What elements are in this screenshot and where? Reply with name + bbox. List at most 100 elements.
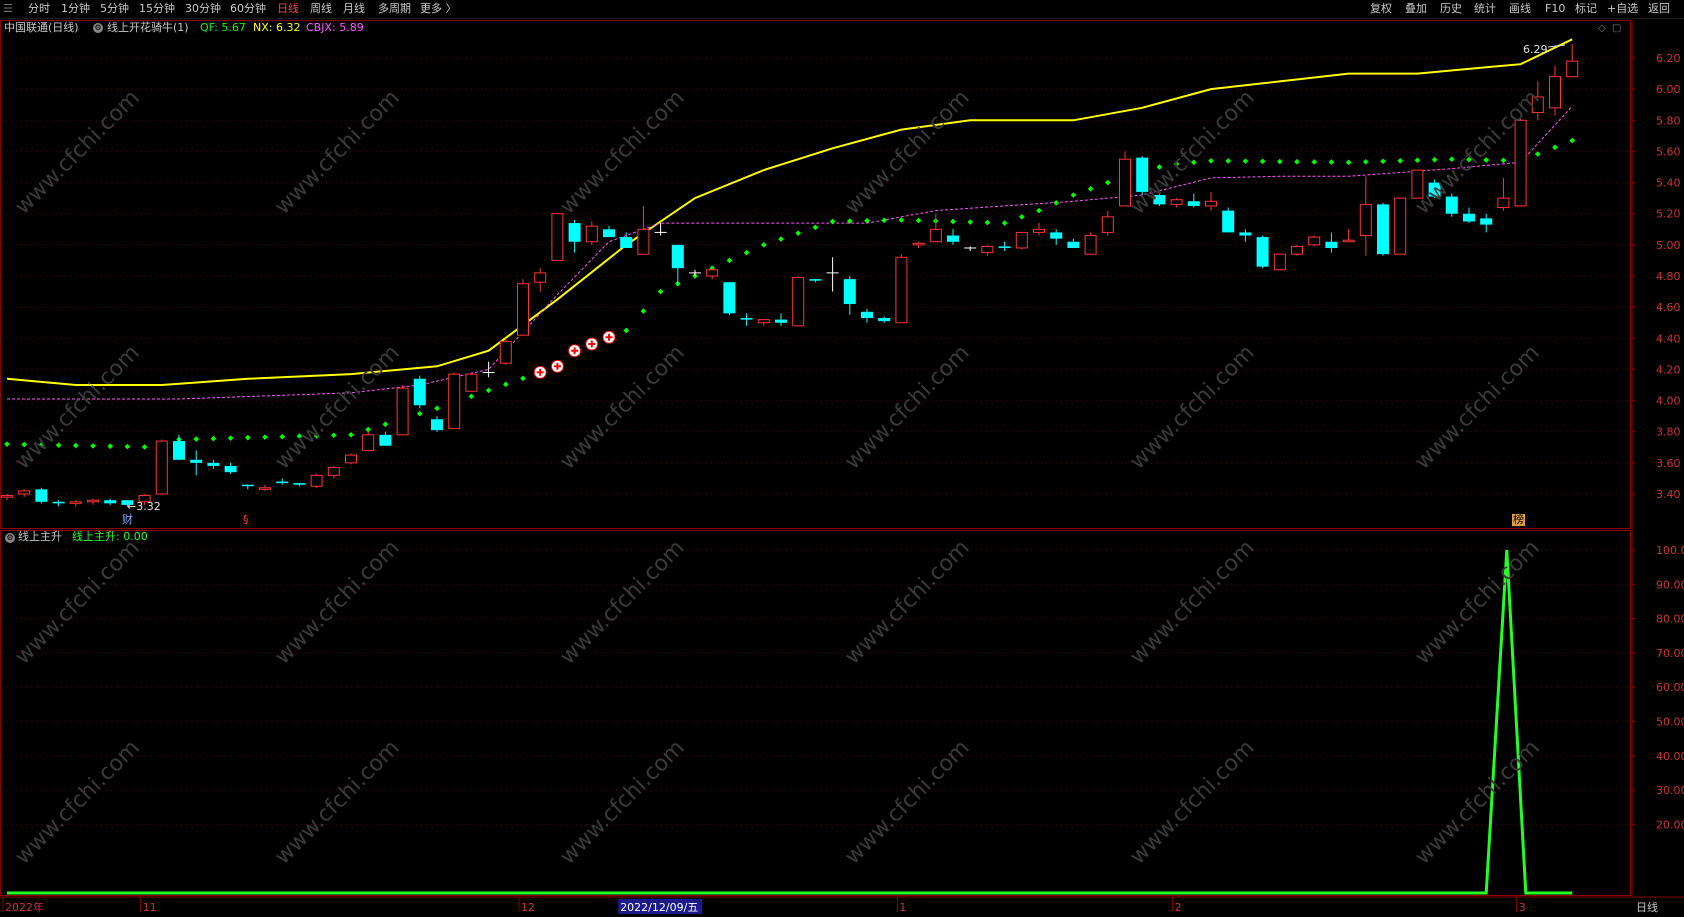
sub-indicator-name[interactable]: 线上主升 <box>18 530 62 544</box>
sub-tick-label: 50.00 <box>1656 716 1684 729</box>
qf-dot <box>623 327 630 334</box>
qf-dot <box>1466 156 1472 163</box>
stock-title: 中国联通(日线) <box>4 21 79 34</box>
candle-body <box>792 277 805 327</box>
main-tick-label: 5.40 <box>1656 177 1681 190</box>
qf-dot <box>1569 137 1576 144</box>
candle-body <box>207 462 220 466</box>
candle-body <box>69 501 82 504</box>
qf-dot <box>1053 199 1060 206</box>
main-panel-frame <box>0 20 1631 529</box>
qf-dot <box>1276 158 1283 165</box>
candle-body <box>327 467 340 476</box>
candle-body <box>998 246 1011 248</box>
candle-body <box>551 213 564 261</box>
candle-body <box>396 387 409 436</box>
qf-dot <box>1345 159 1352 166</box>
candle-body <box>310 474 323 487</box>
candle-body <box>1480 218 1493 225</box>
candle-body <box>1084 235 1097 255</box>
candle-body <box>1033 228 1045 233</box>
candle-body <box>1549 76 1561 109</box>
candle-body <box>1411 169 1424 199</box>
collapse-icon[interactable]: ◇ <box>1598 22 1606 36</box>
qf-dot <box>1448 156 1455 163</box>
main-tick-label: 4.60 <box>1656 301 1681 314</box>
qf-dot <box>1414 157 1421 164</box>
candle-body <box>293 483 306 485</box>
candle-body <box>1291 245 1303 255</box>
candle-body <box>1273 253 1286 271</box>
qf-dot <box>1328 159 1335 165</box>
event-mark-ranking[interactable]: 榜 <box>1512 514 1525 526</box>
sub-tick-label: 30.00 <box>1656 784 1684 797</box>
high-price-label: 6.29 <box>1523 43 1548 56</box>
sub-indicator-value: 线上主升: 0.00 <box>72 530 148 543</box>
main-tick-label: 5.00 <box>1656 239 1681 252</box>
candle-body <box>155 440 168 495</box>
candle-body <box>740 318 753 320</box>
candle-body <box>671 244 684 269</box>
candle-body <box>431 419 443 431</box>
qf-dot <box>348 432 354 438</box>
qf-dot <box>244 434 251 441</box>
cbjx-value: CBJX: 5.89 <box>306 21 364 34</box>
qf-dot <box>124 443 131 450</box>
candle-body <box>585 225 598 243</box>
candle-body <box>861 311 873 319</box>
qf-dot <box>193 436 200 442</box>
qf-dot <box>1208 157 1214 164</box>
qf-dot <box>416 410 423 417</box>
indicator-name[interactable]: 线上开花骑牛(1) <box>107 21 189 35</box>
candle-body <box>534 272 547 283</box>
low-price-label: ←3.32 <box>127 500 161 513</box>
qf-dot <box>812 224 819 231</box>
main-tick-label: 4.40 <box>1656 332 1681 345</box>
candle-body <box>413 378 426 406</box>
qf-dot <box>743 249 750 256</box>
candle-body <box>947 235 959 242</box>
qf-dot <box>1070 192 1077 198</box>
event-mark-section[interactable]: § <box>243 514 249 526</box>
sub-tick-label: 80.00 <box>1656 613 1684 626</box>
qf-dot <box>72 442 79 449</box>
main-tick-label: 5.80 <box>1656 114 1681 127</box>
qf-dot <box>38 442 45 448</box>
main-tick-label: 6.20 <box>1656 52 1681 65</box>
qf-dot <box>1483 157 1490 163</box>
candle-body <box>517 283 529 336</box>
candle-body <box>1101 216 1114 233</box>
candle-body <box>637 228 650 255</box>
event-mark-finance[interactable]: 财 <box>122 514 133 526</box>
candle-body <box>706 269 719 277</box>
sub-tick-label: 20.00 <box>1656 818 1684 831</box>
candle-body <box>843 279 856 305</box>
qf-dot <box>55 442 62 449</box>
qf-dot <box>90 443 96 449</box>
candle-body <box>224 465 237 473</box>
qf-dot <box>915 217 922 224</box>
qf-dot <box>1173 161 1180 167</box>
candle-body <box>1015 231 1028 249</box>
qf-dot <box>795 230 802 237</box>
candle-body <box>1445 196 1458 214</box>
qf-dot <box>1104 179 1111 186</box>
window-icon[interactable]: ▢ <box>1612 22 1621 36</box>
sub-panel-frame <box>0 530 1631 896</box>
main-tick-label: 3.80 <box>1656 426 1681 439</box>
x-axis-label: 2022年 <box>5 900 44 914</box>
indicator-settings-icon[interactable]: ⚙ <box>93 23 103 33</box>
period-label: 日线 <box>1636 900 1658 914</box>
qf-dot <box>1087 185 1094 192</box>
candle-body <box>104 500 117 504</box>
candle-body <box>18 490 31 495</box>
qf-dot <box>1311 159 1318 165</box>
qf-dot <box>1018 214 1025 220</box>
qf-dot <box>1259 158 1266 165</box>
main-tick-label: 3.40 <box>1656 488 1681 501</box>
qf-dot <box>1380 158 1386 165</box>
sub-indicator-settings-icon[interactable]: ⚙ <box>5 533 15 543</box>
qf-dot <box>984 219 991 226</box>
candle-body <box>276 481 289 484</box>
qf-dot <box>1397 157 1404 164</box>
